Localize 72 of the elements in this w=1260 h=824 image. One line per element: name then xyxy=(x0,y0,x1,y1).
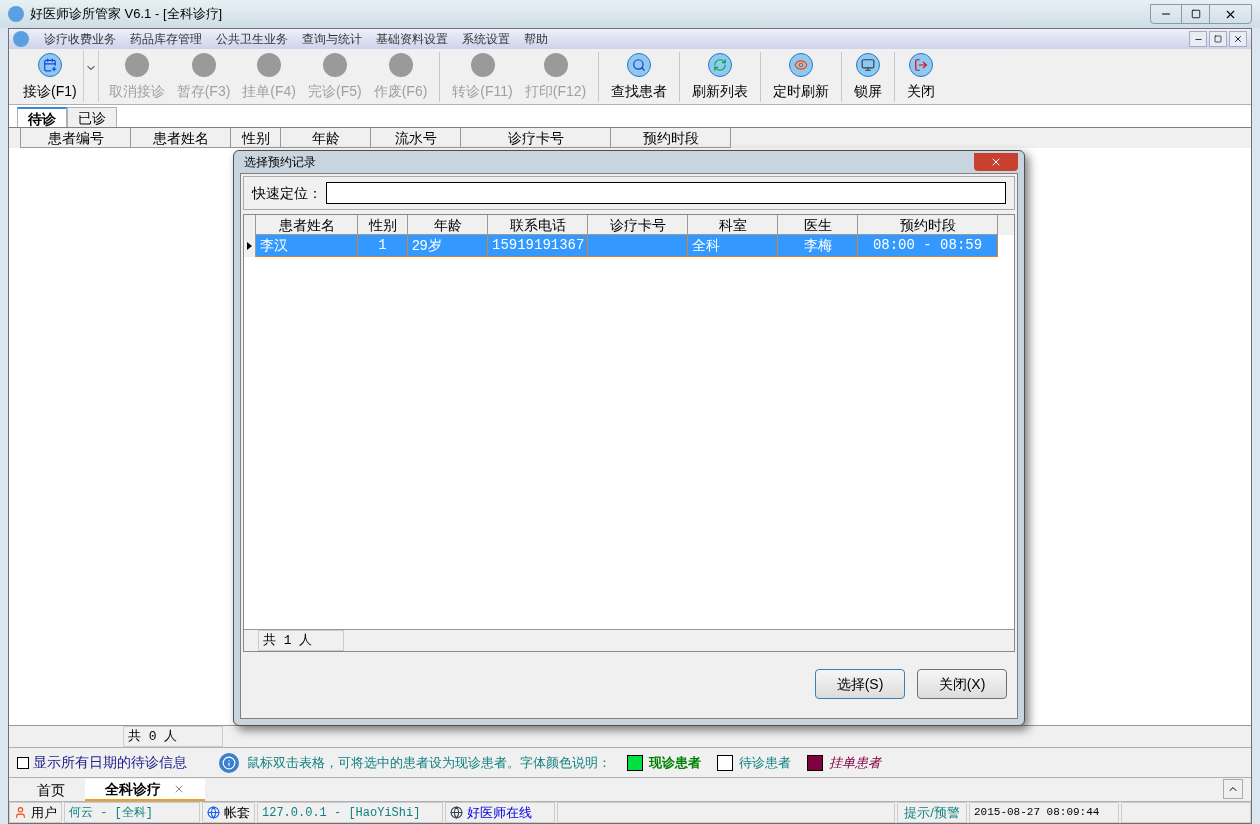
record-count: 共 1 人 xyxy=(258,629,344,652)
close-icon[interactable] xyxy=(173,783,185,795)
column-header: 预约时段 xyxy=(611,128,731,148)
disabled-icon xyxy=(470,53,495,77)
restore-icon xyxy=(1214,35,1222,43)
column-header: 患者姓名 xyxy=(131,128,231,148)
checkbox-label: 显示所有日期的待诊信息 xyxy=(33,753,187,772)
user-icon xyxy=(14,806,27,819)
toolbar-button[interactable]: 刷新列表 xyxy=(686,50,755,102)
record-count: 共 0 人 xyxy=(123,726,223,747)
tab[interactable]: 待诊 xyxy=(17,107,67,127)
alert-status: 提示/预警 xyxy=(897,802,967,823)
menu-item[interactable]: 公共卫生业务 xyxy=(209,30,295,48)
tab[interactable]: 已诊 xyxy=(67,107,117,127)
legend-label: 挂单患者 xyxy=(829,753,881,772)
toolbar-button[interactable]: 查找患者 xyxy=(605,50,674,102)
dialog-button[interactable]: 关闭(X) xyxy=(917,669,1007,699)
dialog-button[interactable]: 选择(S) xyxy=(815,669,905,699)
disabled-icon xyxy=(257,53,282,77)
toolbar-button[interactable]: 锁屏 xyxy=(848,50,889,102)
search-label: 快速定位： xyxy=(252,183,322,203)
add-icon xyxy=(37,53,62,77)
document-tab[interactable]: 首页 xyxy=(17,779,85,801)
legend-label: 现诊患者 xyxy=(649,753,701,772)
server-status: 127.0.0.1 - [HaoYiShi] xyxy=(257,802,443,823)
column-header: 患者编号 xyxy=(21,128,131,148)
monitor-icon xyxy=(856,53,881,77)
close-button[interactable] xyxy=(1229,31,1247,47)
menu-item[interactable]: 基础资料设置 xyxy=(369,30,455,48)
toolbar-button[interactable]: 定时刷新 xyxy=(767,50,836,102)
toolbar-button[interactable]: 接诊(F1) xyxy=(17,50,83,102)
column-header: 年龄 xyxy=(281,128,371,148)
datetime-status: 2015-08-27 08:09:44 xyxy=(969,802,1119,823)
window-title: 好医师诊所管家 V6.1 - [全科诊疗] xyxy=(30,5,223,24)
menu-item[interactable]: 药品库存管理 xyxy=(123,30,209,48)
legend-label: 待诊患者 xyxy=(739,753,791,772)
account-label: 帐套 xyxy=(202,802,255,823)
online-link[interactable]: 好医师在线 xyxy=(445,802,555,823)
column-header: 流水号 xyxy=(371,128,461,148)
column-header: 性别 xyxy=(231,128,281,148)
hint-text: 鼠标双击表格，可将选中的患者设为现诊患者。字体颜色说明： xyxy=(247,753,611,772)
disabled-icon xyxy=(388,53,413,77)
app-logo-icon xyxy=(13,31,29,47)
menu-item[interactable]: 系统设置 xyxy=(455,30,517,48)
user-label: 用户 xyxy=(9,802,62,823)
disabled-icon xyxy=(322,53,347,77)
app-logo-icon xyxy=(8,6,24,22)
minimize-button[interactable] xyxy=(1189,31,1207,47)
close-icon xyxy=(990,156,1002,168)
column-header: 诊疗卡号 xyxy=(461,128,611,148)
close-icon xyxy=(1233,34,1243,44)
dialog-title: 选择预约记录 xyxy=(243,154,316,171)
disabled-icon xyxy=(191,53,216,77)
exit-icon xyxy=(909,53,934,77)
maximize-icon xyxy=(1190,9,1201,19)
globe-icon xyxy=(207,806,220,819)
globe-icon xyxy=(450,806,463,819)
user-status: 何云 - [全科] xyxy=(64,802,200,823)
eye-icon xyxy=(789,53,814,77)
refresh-icon xyxy=(708,53,733,77)
table-cell[interactable] xyxy=(588,235,688,257)
disabled-icon xyxy=(543,53,568,77)
search-icon xyxy=(627,53,652,77)
menu-item[interactable]: 诊疗收费业务 xyxy=(37,30,123,48)
quick-search-field[interactable] xyxy=(326,182,1006,204)
scroll-up-button[interactable] xyxy=(1223,779,1243,799)
disabled-icon xyxy=(124,53,149,77)
menu-item[interactable]: 查询与统计 xyxy=(295,30,369,48)
menu-item[interactable]: 帮助 xyxy=(517,30,555,48)
document-tab[interactable]: 全科诊疗 xyxy=(85,779,205,801)
toolbar-button[interactable]: 关闭 xyxy=(901,50,942,102)
checkbox[interactable] xyxy=(17,756,29,769)
